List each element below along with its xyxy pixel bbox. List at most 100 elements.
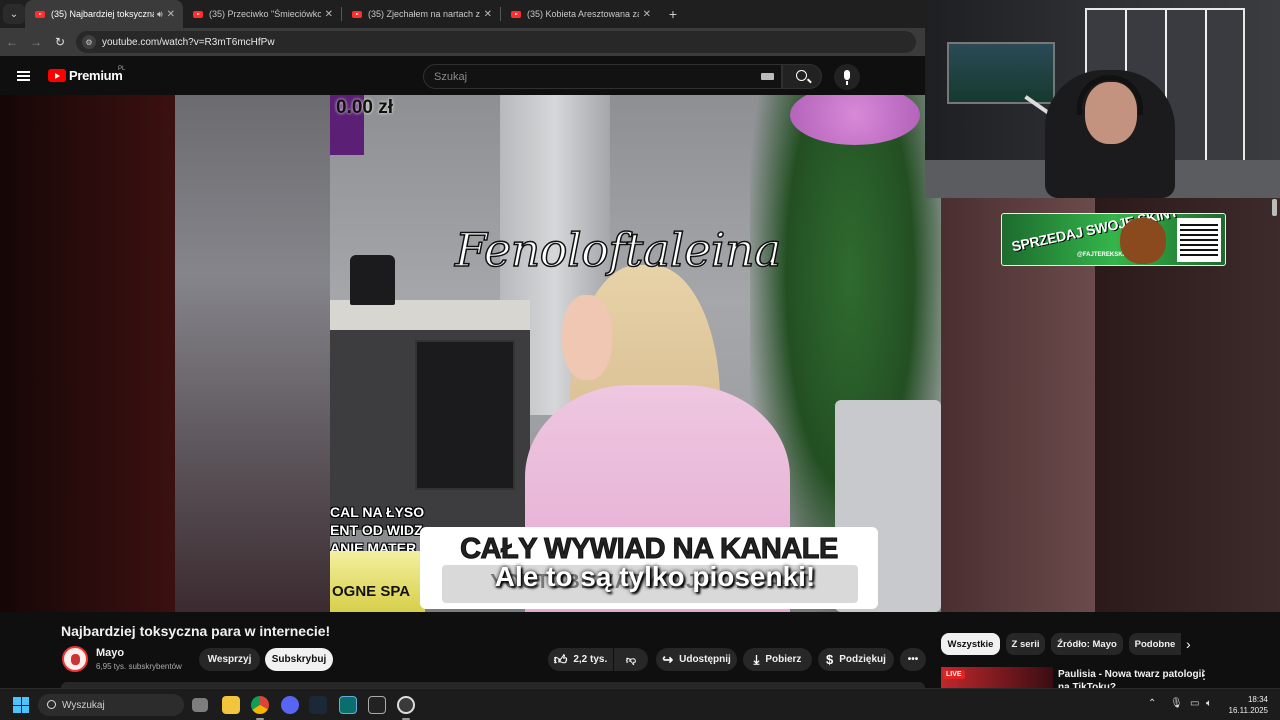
webcam-aquarium xyxy=(947,42,1055,104)
promo-dog-image xyxy=(1120,218,1166,264)
donation-amount: 0.00 zł xyxy=(336,97,394,118)
overlay-yellow-box xyxy=(330,551,425,612)
system-clock[interactable]: 18:34 16.11.2025 xyxy=(1228,694,1268,716)
ticker-line: CAL NA ŁYSO xyxy=(330,504,425,520)
volume-icon[interactable]: 🔈︎ xyxy=(1206,698,1212,709)
search-button[interactable] xyxy=(782,64,822,89)
youtube-logo-icon[interactable] xyxy=(48,69,66,82)
clock-date: 16.11.2025 xyxy=(1228,706,1268,715)
site-settings-icon[interactable]: ⚙︎ xyxy=(82,35,96,49)
join-button[interactable]: Wesprzyj xyxy=(199,648,260,671)
windows-start-icon[interactable] xyxy=(13,697,29,713)
voice-search-button[interactable] xyxy=(834,64,860,90)
person-face-image xyxy=(562,295,612,380)
close-tab-icon[interactable]: ✕ xyxy=(484,9,492,20)
subscribe-button[interactable]: Subskrybuj xyxy=(265,648,333,671)
chip-series[interactable]: Z serii xyxy=(1006,633,1045,655)
share-button[interactable]: ↪ Udostępnij xyxy=(656,648,737,671)
tab-title: (35) Zjechałem na nartach z M xyxy=(368,9,480,19)
promo-banner: SPRZEDAJ SWOJE SKINY @FAJTEREKSKINS xyxy=(1001,213,1226,266)
speaker-icon[interactable]: 🔊︎ xyxy=(157,9,163,20)
download-button[interactable]: ⤓ Pobierz xyxy=(743,648,812,671)
file-explorer-icon[interactable] xyxy=(222,696,240,714)
tab[interactable]: (35) Przeciwko "Śmieciówkom" ✕ xyxy=(183,0,341,28)
xbox-icon[interactable] xyxy=(339,696,357,714)
chevron-right-icon[interactable]: › xyxy=(1186,636,1191,652)
video-caption-word: Fenoloftaleina xyxy=(454,222,782,278)
share-icon: ↪ xyxy=(662,651,674,667)
address-bar-row: ← → ↻ ⚙︎ youtube.com/watch?v=R3mT6mcHfPw xyxy=(0,28,925,56)
youtube-favicon-icon xyxy=(35,10,45,18)
scrollbar-thumb[interactable] xyxy=(1272,199,1277,216)
close-tab-icon[interactable]: ✕ xyxy=(643,9,651,20)
youtube-masthead: Premium PL Szukaj xyxy=(0,56,925,95)
chip-source[interactable]: Źródło: Mayo xyxy=(1051,633,1123,655)
webcam-person-head xyxy=(1085,82,1137,144)
video-title: Najbardziej toksyczna para w internecie! xyxy=(61,623,331,639)
oven-image xyxy=(415,340,515,490)
youtube-favicon-icon xyxy=(352,10,362,18)
youtube-favicon-icon xyxy=(193,10,203,18)
dislike-button[interactable]: 👎︎ xyxy=(614,648,648,671)
thanks-label: Podziękuj xyxy=(839,654,886,665)
like-count: 2,2 tys. xyxy=(573,654,608,665)
recommendation-title[interactable]: Paulisia - Nowa twarz patologii na TikTo… xyxy=(1058,668,1213,688)
more-actions-button[interactable]: ••• xyxy=(900,648,926,671)
live-badge: LIVE xyxy=(943,670,965,679)
obs-icon[interactable] xyxy=(397,696,415,714)
tab-active[interactable]: (35) Najbardziej toksyczna p 🔊︎ ✕ xyxy=(25,0,183,28)
chevron-up-icon[interactable]: ⌃ xyxy=(1148,698,1156,709)
tab-search-button[interactable]: ⌄ xyxy=(3,4,25,24)
tab-title: (35) Kobieta Aresztowana za Uj xyxy=(527,9,639,19)
more-horizontal-icon: ••• xyxy=(907,654,919,665)
more-vertical-icon[interactable]: ⋮ xyxy=(1198,668,1210,682)
windows-taskbar: Wyszukaj ⌃ 🎙︎ ▭ 🔈︎ 18:34 16.11.2025 xyxy=(0,688,1280,720)
microphone-icon[interactable]: 🎙︎ xyxy=(1170,698,1183,709)
steam-icon[interactable] xyxy=(309,696,327,714)
tab[interactable]: (35) Kobieta Aresztowana za Uj ✕ xyxy=(501,0,659,28)
reload-icon[interactable]: ↻ xyxy=(48,35,72,49)
youtube-premium-wordmark[interactable]: Premium xyxy=(69,68,123,83)
tab-title: (35) Przeciwko "Śmieciówkom" xyxy=(209,9,321,19)
keyboard-icon[interactable] xyxy=(761,73,774,80)
video-player[interactable]: 0.00 zł Fenoloftaleina CAL NA ŁYSO ENT O… xyxy=(0,95,941,612)
player-blur-left xyxy=(0,95,175,612)
download-label: Pobierz xyxy=(765,654,802,665)
back-arrow-icon[interactable]: ← xyxy=(0,35,24,49)
share-label: Udostępnij xyxy=(679,654,731,665)
browser-tab-strip: ⌄ (35) Najbardziej toksyczna p 🔊︎ ✕ (35)… xyxy=(0,0,925,28)
thumbs-up-icon: 👍︎ xyxy=(553,651,568,667)
taskbar-search-input[interactable]: Wyszukaj xyxy=(38,694,184,716)
channel-avatar[interactable] xyxy=(62,646,88,672)
thumbs-down-icon: 👎︎ xyxy=(625,654,637,666)
close-tab-icon[interactable]: ✕ xyxy=(325,9,333,20)
new-tab-icon[interactable]: + xyxy=(663,6,683,22)
tab[interactable]: (35) Zjechałem na nartach z M ✕ xyxy=(342,0,500,28)
region-code: PL xyxy=(118,66,126,72)
ticker-line: ENT OD WIDZ xyxy=(330,522,423,538)
tab-title: (35) Najbardziej toksyczna p xyxy=(51,9,154,19)
channel-name[interactable]: Mayo xyxy=(96,647,124,659)
related-sidebar: Wszystkie Z serii Źródło: Mayo Podobne ›… xyxy=(941,612,1280,688)
epic-games-icon[interactable] xyxy=(368,696,386,714)
menu-icon[interactable] xyxy=(17,71,30,81)
forward-arrow-icon[interactable]: → xyxy=(24,35,48,49)
task-view-icon[interactable] xyxy=(192,698,208,712)
like-button[interactable]: 👍︎ 2,2 tys. xyxy=(548,648,613,671)
chip-related[interactable]: Podobne xyxy=(1129,633,1181,655)
thanks-button[interactable]: $ Podziękuj xyxy=(818,648,894,671)
thanks-icon: $ xyxy=(826,652,834,667)
chip-all[interactable]: Wszystkie xyxy=(941,633,1000,655)
video-frame[interactable]: 0.00 zł Fenoloftaleina CAL NA ŁYSO ENT O… xyxy=(330,95,941,612)
discord-icon[interactable] xyxy=(281,696,299,714)
ticker-text: CAL NA ŁYSO ENT OD WIDZ ANIE MATER xyxy=(330,503,424,557)
chrome-icon[interactable] xyxy=(251,696,269,714)
subscriber-count: 6,95 tys. subskrybentów xyxy=(96,662,182,671)
search-input[interactable]: Szukaj xyxy=(423,64,782,89)
network-icon[interactable]: ▭ xyxy=(1190,698,1199,709)
qr-code-icon xyxy=(1177,218,1221,262)
close-tab-icon[interactable]: ✕ xyxy=(167,9,175,20)
address-bar[interactable]: ⚙︎ youtube.com/watch?v=R3mT6mcHfPw xyxy=(76,31,916,53)
download-icon: ⤓ xyxy=(753,651,760,667)
streamer-webcam xyxy=(925,0,1280,198)
